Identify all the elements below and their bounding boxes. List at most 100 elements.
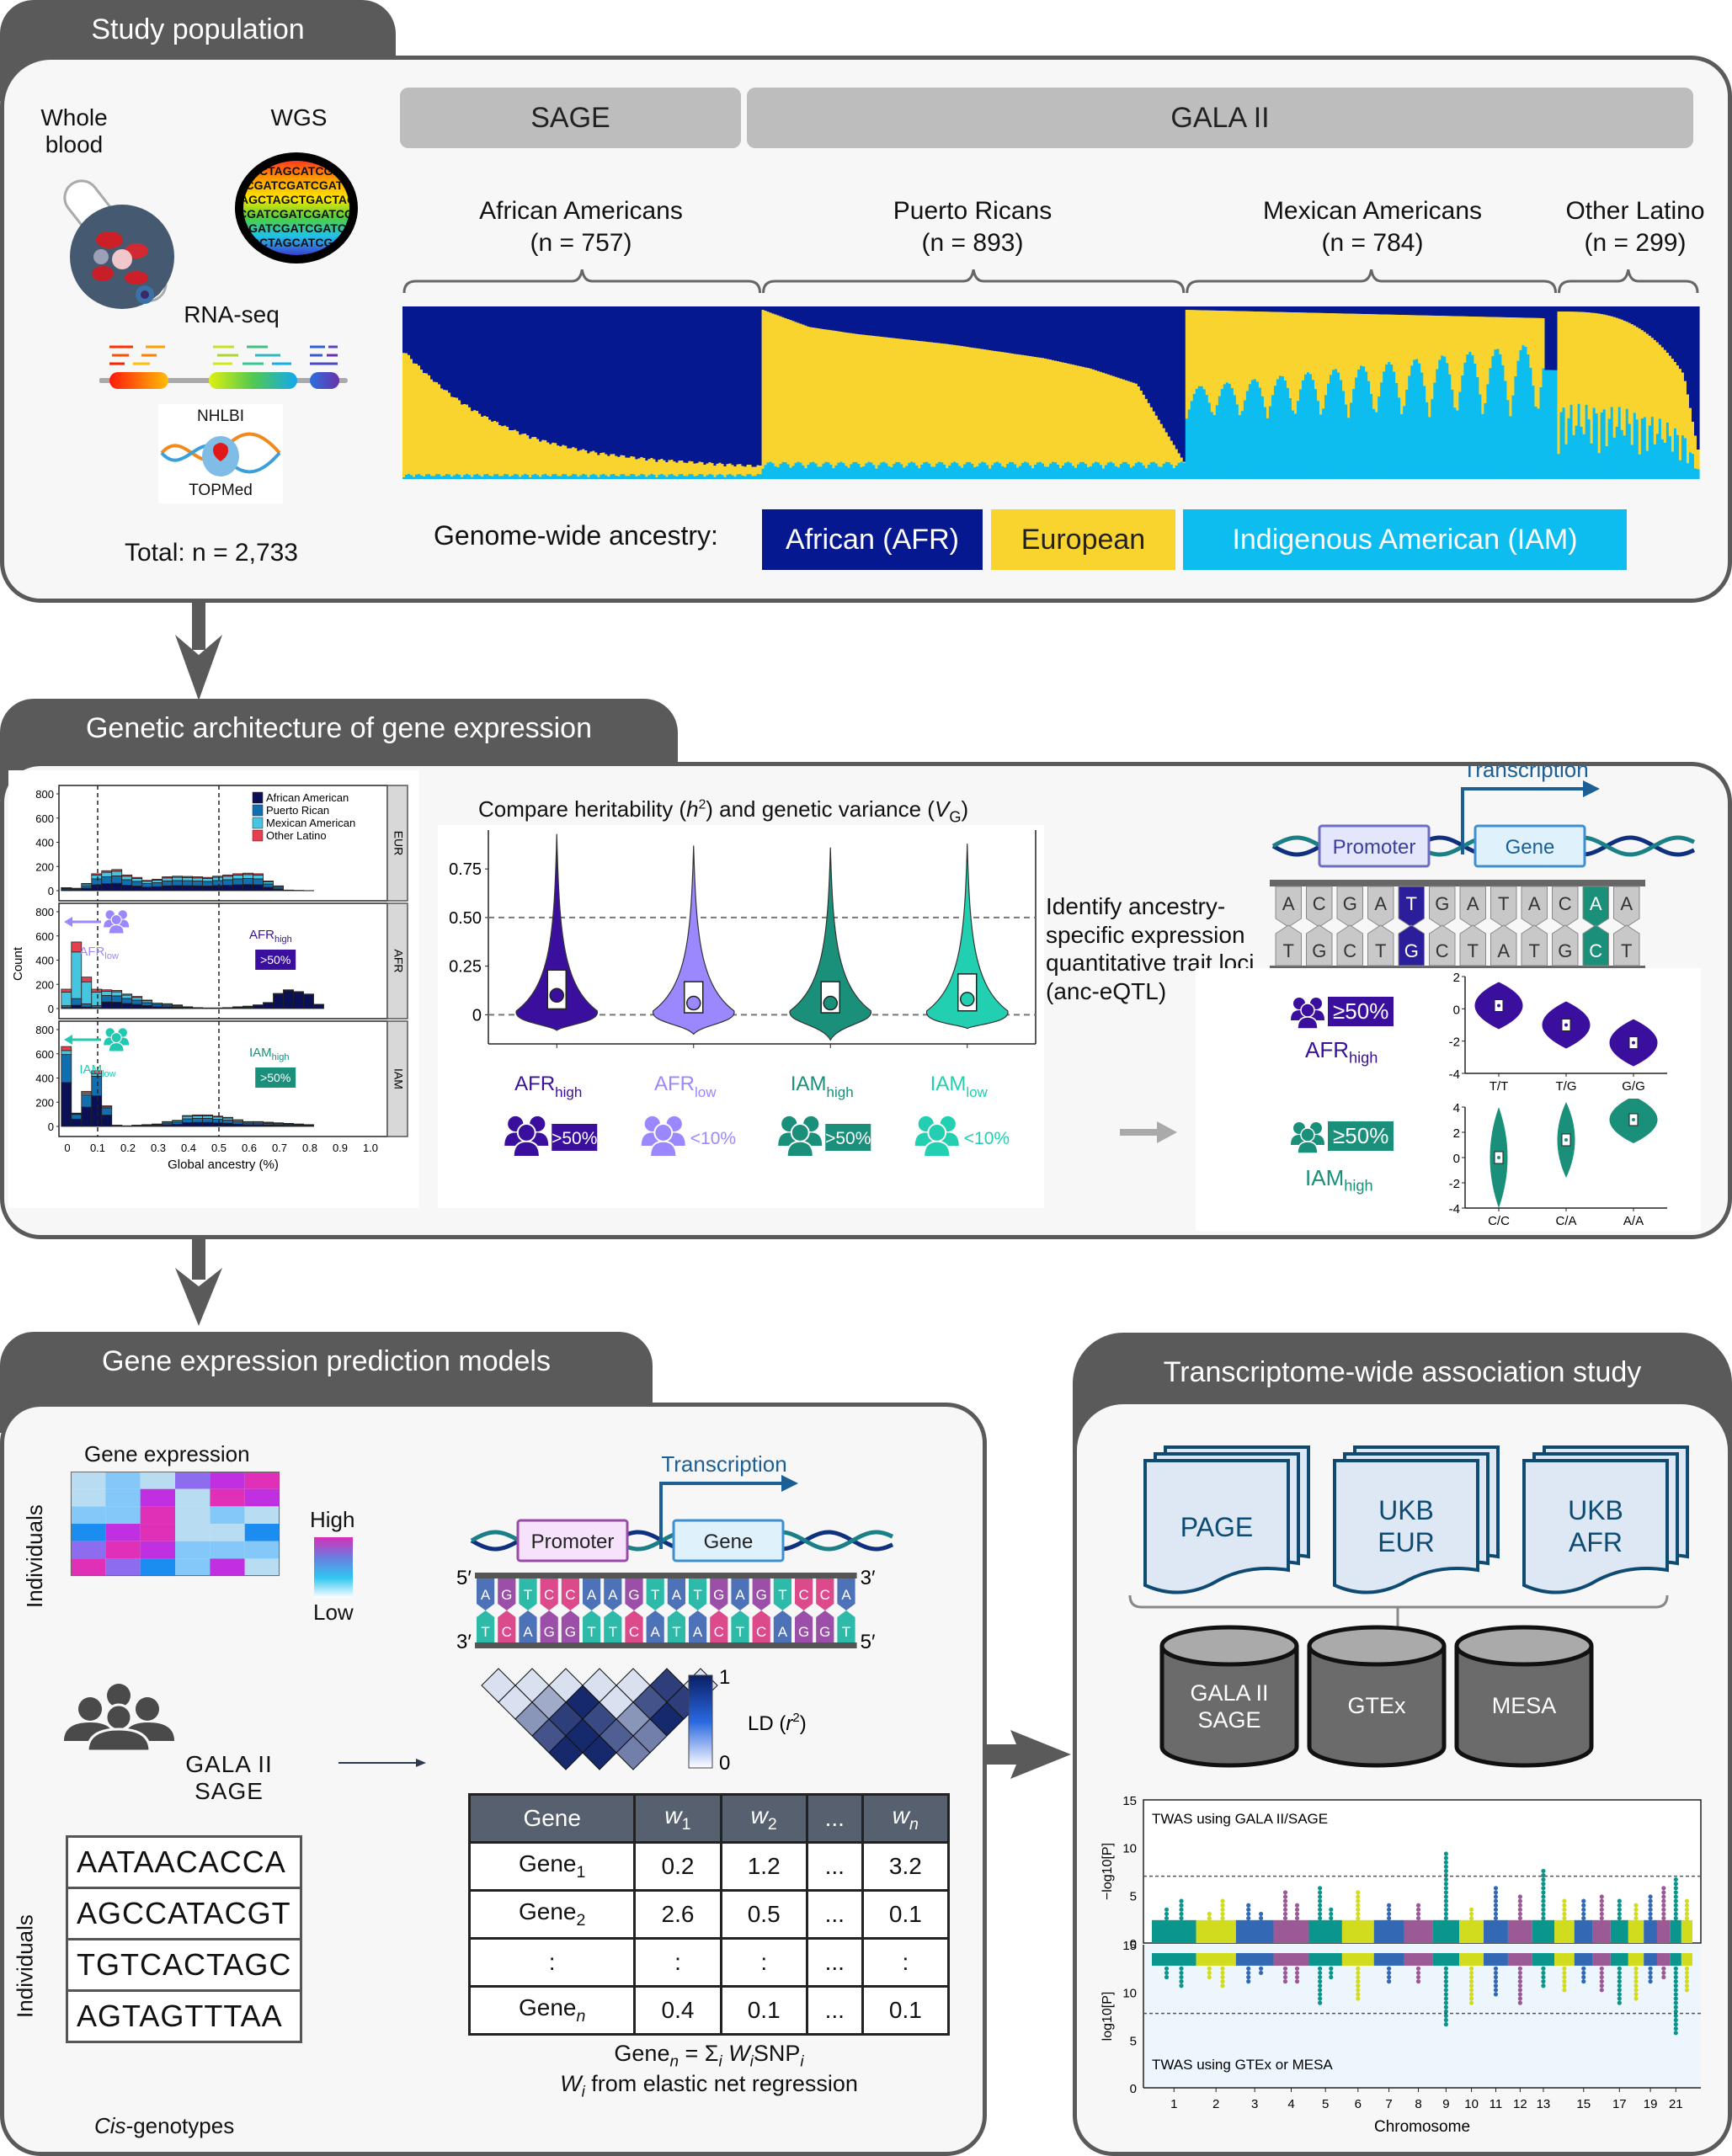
- manhattan-point: [1444, 1899, 1448, 1903]
- heatmap-cell: [210, 1558, 244, 1576]
- manhattan-point: [1295, 1971, 1299, 1975]
- histogram-bar: [203, 886, 213, 891]
- histogram-bar: [92, 875, 102, 878]
- manhattan-point: [1518, 1894, 1522, 1898]
- histogram-bar: [82, 888, 92, 891]
- manhattan-point: [1541, 1869, 1545, 1873]
- histogram-bar: [163, 876, 173, 877]
- total-sample-size: Total: n = 2,733: [125, 539, 298, 567]
- base-letter: G: [713, 1587, 724, 1603]
- histogram-bar: [183, 1116, 193, 1119]
- afr-text: AFR: [1305, 1037, 1349, 1062]
- manhattan-point: [1283, 1899, 1287, 1903]
- histogram-bar: [82, 1094, 92, 1107]
- cohort-labels: GALA II SAGE: [179, 1751, 280, 1805]
- x-tick-label: 3: [1251, 2097, 1258, 2111]
- database-label: SAGE: [1197, 1707, 1260, 1733]
- manhattan-point: [1469, 1908, 1474, 1912]
- manhattan-point: [1661, 1903, 1665, 1908]
- manhattan-point: [1674, 2005, 1678, 2010]
- y-tick-label: 600: [35, 1048, 54, 1061]
- y-tick-label: 0: [1130, 2082, 1137, 2096]
- caption-italic: Cis: [94, 2113, 126, 2138]
- manhattan-point: [1444, 1882, 1448, 1886]
- manhattan-point: [1259, 1916, 1263, 1920]
- manhattan-point: [1617, 1975, 1622, 1979]
- manhattan-point: [1541, 1979, 1545, 1983]
- histogram-bar: [102, 1108, 112, 1115]
- histogram-bar: [61, 992, 72, 1005]
- manhattan-point: [1617, 1992, 1622, 1996]
- heatmap-title: Gene expression: [84, 1441, 250, 1467]
- x-tick-label: 2: [1212, 2097, 1219, 2111]
- rnaseq-reads-icon: [99, 337, 348, 400]
- histogram-bar: [193, 1115, 203, 1118]
- manhattan-point: [1295, 1912, 1299, 1916]
- manhattan-point: [1541, 1975, 1545, 1979]
- manhattan-point: [1541, 1899, 1545, 1903]
- manhattan-point: [1541, 1908, 1545, 1912]
- median-point: [823, 997, 837, 1010]
- manhattan-baseline-block: [1236, 1953, 1274, 1966]
- histogram-bar: [132, 877, 142, 878]
- base-letter: A: [1528, 893, 1541, 914]
- manhattan-baseline-block: [1628, 1953, 1644, 1966]
- manhattan-baseline-block: [1152, 1953, 1196, 1966]
- manhattan-point: [1246, 1979, 1250, 1983]
- manhattan-point: [1329, 1912, 1333, 1916]
- heatmap-cell: [71, 1558, 105, 1576]
- manhattan-baseline-block: [1593, 1920, 1611, 1943]
- manhattan-baseline-block: [1484, 1953, 1508, 1966]
- manhattan-point: [1617, 1912, 1622, 1916]
- manhattan-baseline-block: [1554, 1920, 1575, 1943]
- histogram-bar: [102, 1002, 112, 1009]
- database-cylinder-top: [1457, 1627, 1591, 1664]
- manhattan-point: [1633, 1988, 1638, 1992]
- manhattan-baseline-block: [1433, 1920, 1460, 1943]
- manhattan-point: [1685, 1899, 1689, 1903]
- genotype-cell: AATAACACCA: [67, 1837, 301, 1888]
- histogram-bar: [264, 887, 274, 891]
- base-letter: A: [587, 1587, 597, 1603]
- manhattan-point: [1633, 1967, 1638, 1971]
- annotation-sub: high: [274, 934, 292, 945]
- annotation-sub: high: [272, 1052, 290, 1062]
- table-header-cell: ...: [807, 1795, 862, 1843]
- histogram-bar: [112, 990, 122, 992]
- database-label: GALA II: [1190, 1680, 1268, 1706]
- manhattan-point: [1541, 1912, 1545, 1916]
- group-n: (n = 299): [1543, 227, 1728, 259]
- manhattan-point: [1444, 1916, 1448, 1920]
- manhattan-point: [1416, 1967, 1420, 1971]
- document-label: AFR: [1569, 1527, 1623, 1557]
- histogram-bar: [82, 977, 92, 982]
- promoter-gene-dna-diagram: PromoterGeneTranscriptionATCGGCATTGGCATT…: [1196, 766, 1701, 977]
- histogram-bar: [142, 1003, 152, 1006]
- manhattan-point: [1246, 1967, 1250, 1971]
- heatmap-cell: [141, 1558, 175, 1576]
- manhattan-baseline-block: [1611, 1953, 1628, 1966]
- histogram-bar: [92, 989, 102, 992]
- manhattan-point: [1685, 1903, 1689, 1908]
- base-letter: A: [672, 1587, 682, 1603]
- legend-label: Puerto Rican: [266, 804, 329, 817]
- heatmap-cell: [71, 1489, 105, 1507]
- manhattan-point: [1600, 1894, 1604, 1898]
- x-tick-label: 21: [1669, 2097, 1683, 2111]
- table-cell: 0.2: [635, 1843, 721, 1891]
- base-letter: G: [1343, 893, 1357, 914]
- legend-iam-label: Indigenous American (IAM): [1232, 524, 1577, 556]
- promoter-gene-dna-diagram-2: PromoterGeneTranscription5′3′3′5′ATGCTAC…: [455, 1431, 960, 1667]
- histogram-bar: [72, 1115, 82, 1120]
- manhattan-point: [1494, 1988, 1498, 1992]
- histogram-bar: [253, 874, 264, 876]
- threshold-badge-text: >50%: [552, 1129, 597, 1148]
- table-row: Gene10.21.2...3.2: [470, 1843, 949, 1891]
- manhattan-point: [1541, 1882, 1545, 1886]
- heatmap-cell: [105, 1506, 140, 1524]
- heatmap-cell: [105, 1472, 140, 1489]
- group-label-mexican-americans: Mexican Americans (n = 784): [1229, 195, 1516, 258]
- group-name: Mexican Americans: [1229, 195, 1516, 227]
- ld-label: LD (r2): [748, 1711, 807, 1735]
- histogram-bar: [72, 1113, 82, 1114]
